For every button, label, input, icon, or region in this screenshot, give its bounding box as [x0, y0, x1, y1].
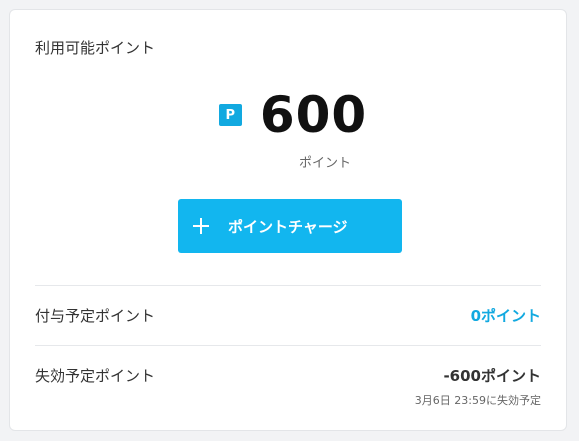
available-points-value: 600 — [259, 86, 368, 144]
scheduled-expiry-label: 失効予定ポイント — [35, 367, 156, 385]
divider — [35, 345, 541, 346]
points-display: P 600 — [10, 90, 566, 140]
scheduled-grant-label: 付与予定ポイント — [35, 307, 156, 325]
available-points-card: 利用可能ポイント P 600 ポイント ポイントチャージ 付与予定ポイント 0ポ… — [9, 9, 567, 431]
point-badge-icon: P — [218, 104, 242, 126]
card-title: 利用可能ポイント — [35, 39, 156, 57]
expiry-date-note: 3月6日 23:59に失効予定 — [414, 394, 541, 407]
point-charge-button[interactable]: ポイントチャージ — [178, 199, 402, 253]
points-unit-label: ポイント — [299, 156, 352, 171]
scheduled-grant-value: 0ポイント — [470, 307, 541, 325]
scheduled-expiry-value: -600ポイント — [443, 367, 541, 385]
plus-icon — [192, 217, 210, 235]
divider — [35, 285, 541, 286]
point-charge-label: ポイントチャージ — [228, 217, 348, 236]
